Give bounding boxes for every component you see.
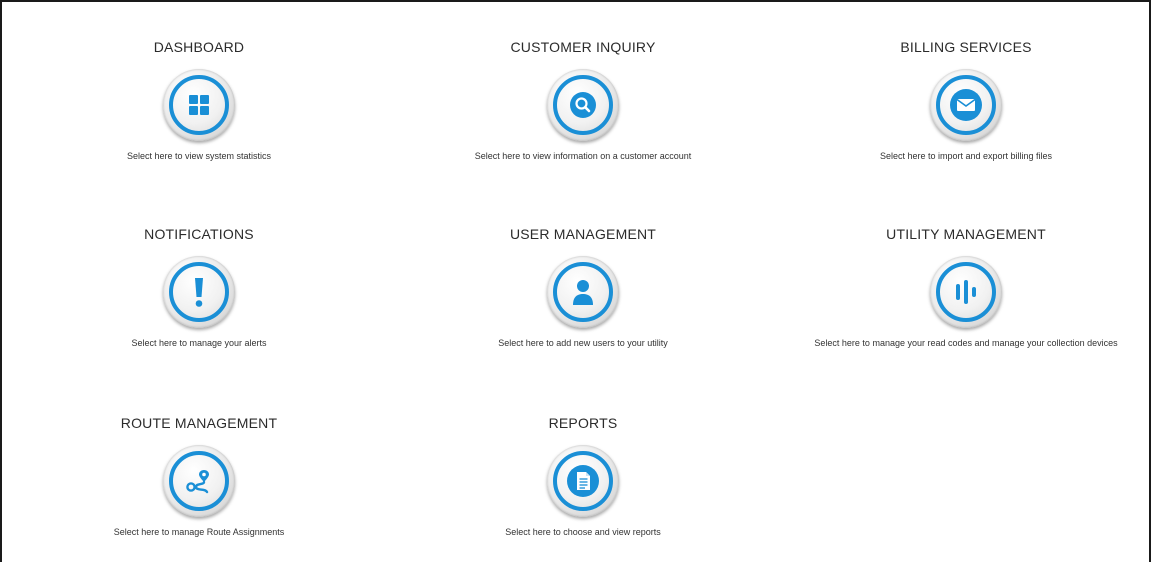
tile-customer-inquiry[interactable]: CUSTOMER INQUIRY Select here to view inf… (393, 39, 773, 162)
content-frame: DASHBOARD Select here to view system sta… (0, 0, 1151, 562)
grid-icon (189, 95, 209, 115)
document-icon (567, 465, 599, 497)
tile-notifications[interactable]: NOTIFICATIONS Select here to manage your… (9, 226, 389, 349)
tile-description: Select here to choose and view reports (505, 527, 661, 537)
search-icon (570, 92, 596, 118)
reports-button[interactable] (547, 445, 619, 517)
route-icon (186, 470, 209, 494)
tile-title: USER MANAGEMENT (509, 226, 657, 242)
envelope-icon (950, 89, 982, 121)
billing-services-button[interactable] (930, 69, 1002, 141)
tile-description: Select here to view system statistics (126, 151, 272, 161)
tile-title: ROUTE MANAGEMENT (120, 415, 278, 431)
tile-utility-management[interactable]: UTILITY MANAGEMENT Select here to manage… (776, 226, 1151, 349)
tile-title: UTILITY MANAGEMENT (886, 226, 1046, 242)
tile-description: Select here to manage your read codes an… (814, 338, 1118, 348)
tile-description: Select here to view information on a cus… (474, 151, 692, 161)
customer-inquiry-button[interactable] (547, 69, 619, 141)
tile-description: Select here to import and export billing… (879, 151, 1053, 161)
utility-management-button[interactable] (930, 256, 1002, 328)
route-management-button[interactable] (163, 445, 235, 517)
tile-description: Select here to manage Route Assignments (113, 527, 285, 537)
tile-user-management[interactable]: USER MANAGEMENT Select here to add new u… (393, 226, 773, 349)
tile-title: DASHBOARD (153, 39, 245, 55)
tile-title: NOTIFICATIONS (144, 226, 254, 242)
signal-bars-icon (956, 280, 976, 304)
notifications-button[interactable] (163, 256, 235, 328)
exclamation-icon (195, 278, 203, 307)
tile-title: REPORTS (548, 415, 618, 431)
tile-billing-services[interactable]: BILLING SERVICES Select here to import a… (776, 39, 1151, 162)
tile-description: Select here to manage your alerts (131, 338, 267, 348)
tile-route-management[interactable]: ROUTE MANAGEMENT Select here to manage R… (9, 415, 389, 538)
tile-description: Select here to add new users to your uti… (498, 338, 668, 348)
tile-reports[interactable]: REPORTS Select here to choose and view r… (393, 415, 773, 538)
tile-title: CUSTOMER INQUIRY (510, 39, 656, 55)
user-icon (573, 280, 593, 305)
tile-title: BILLING SERVICES (900, 39, 1032, 55)
user-management-button[interactable] (547, 256, 619, 328)
tile-dashboard[interactable]: DASHBOARD Select here to view system sta… (9, 39, 389, 162)
dashboard-button[interactable] (163, 69, 235, 141)
